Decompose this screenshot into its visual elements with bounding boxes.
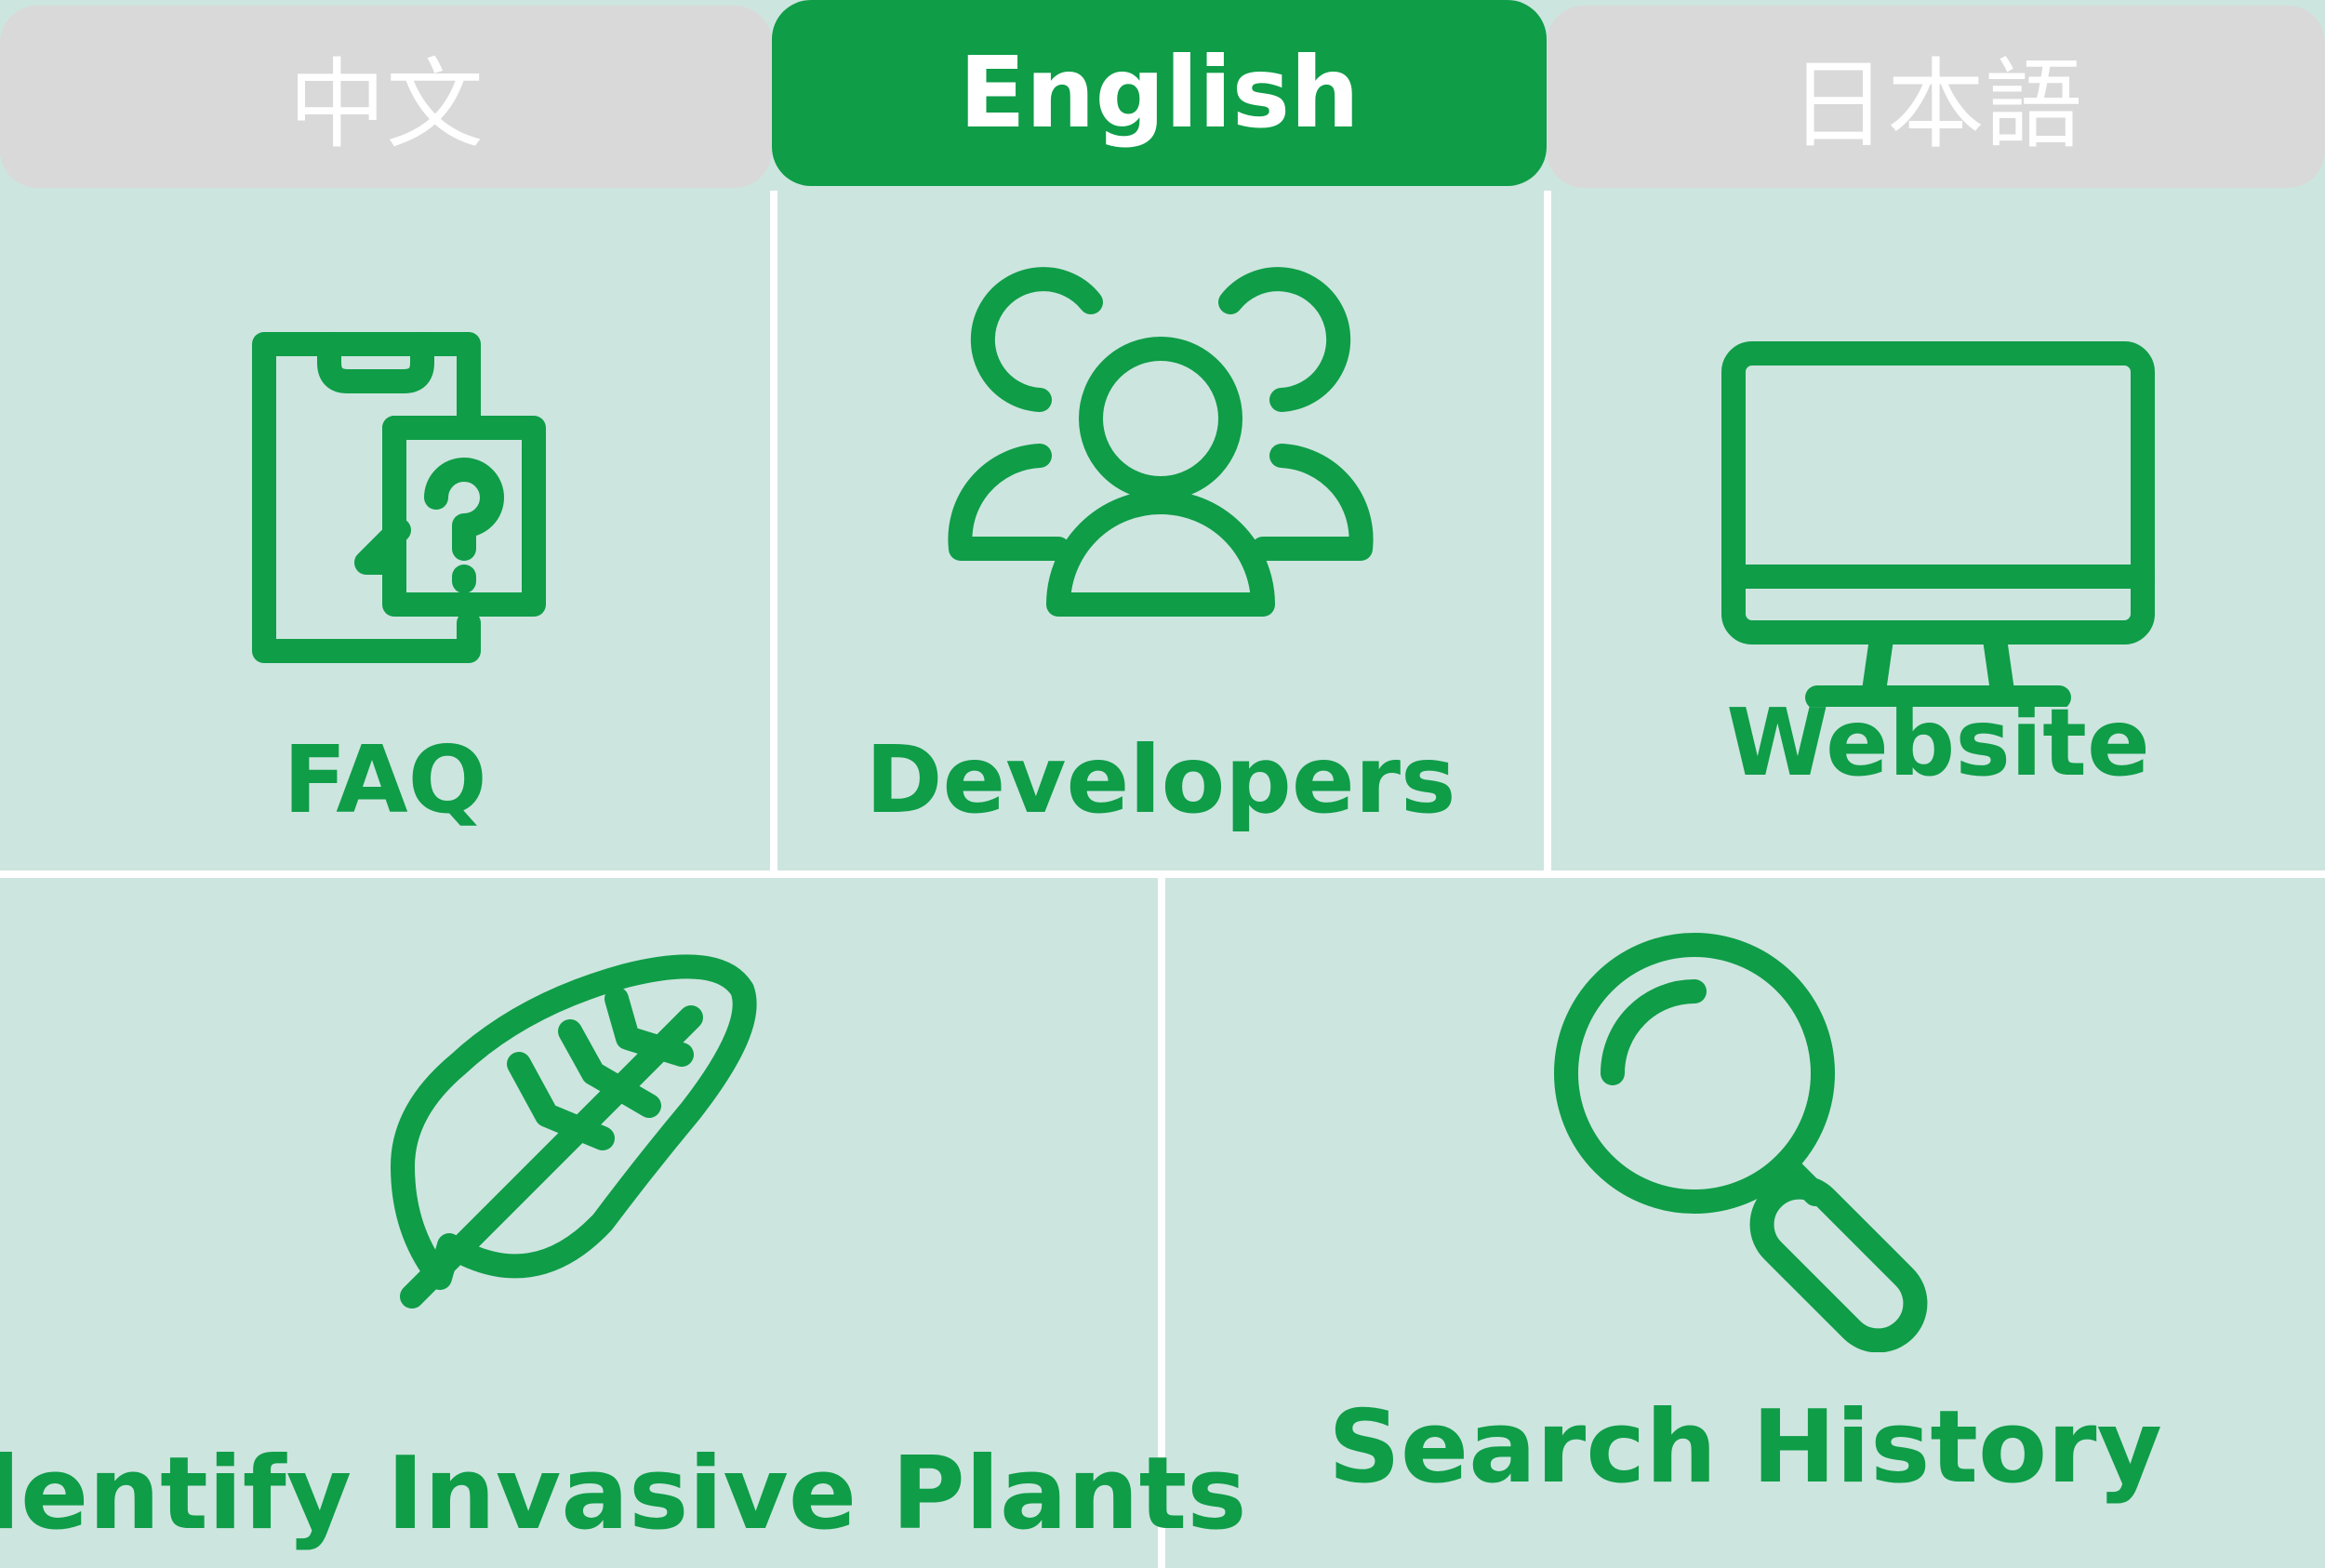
tab-japanese[interactable]: 日本語 [1547,6,2325,188]
menu-label: Website [1726,688,2150,797]
menu-label: Search History [1328,1389,2162,1506]
menu-item-developers[interactable]: Developers [777,186,1544,870]
people-group-icon [948,267,1374,617]
menu-label: Identify Invasive Plants [0,1436,1247,1552]
menu-item-search-history[interactable]: Search History [1165,878,2325,1568]
divider [770,191,777,874]
menu-item-identify-invasive-plants[interactable]: Identify Invasive Plants [0,878,1247,1568]
menu-label: Developers [865,725,1456,834]
menu-item-faq[interactable]: FAQ [0,186,770,870]
divider [0,870,2325,878]
leaf-icon [390,954,757,1309]
magnifier-icon [1553,933,1927,1352]
menu-label: FAQ [283,725,487,834]
desktop-monitor-icon [1721,341,2155,707]
tab-english[interactable]: English [772,0,1547,186]
tab-chinese[interactable]: 中文 [0,6,772,188]
faq-document-question-icon [252,332,546,663]
menu-item-website[interactable]: Website [1551,186,2325,870]
divider [1544,191,1551,874]
